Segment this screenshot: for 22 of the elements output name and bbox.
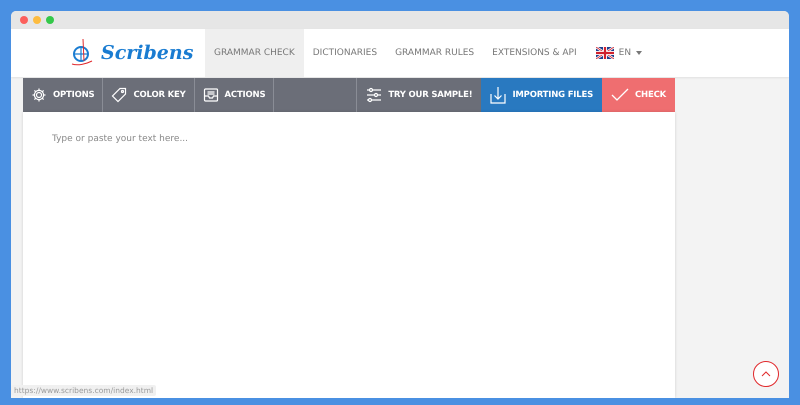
close-window-button[interactable] [20, 16, 28, 24]
caret-icon [636, 51, 642, 55]
gear-icon [31, 87, 47, 103]
nav-tab[interactable]: EXTENSIONS & API [483, 29, 586, 77]
sliders-icon [366, 87, 382, 103]
toolbar-button[interactable]: CHECK [602, 78, 675, 112]
union-flag-icon [596, 47, 614, 59]
tag-icon [111, 87, 128, 103]
scroll-to-top-button[interactable] [753, 361, 779, 387]
download-icon [490, 86, 506, 104]
nav-tab[interactable]: GRAMMAR CHECK [205, 29, 304, 77]
nav-tab[interactable]: GRAMMAR RULES [386, 29, 484, 77]
brand-logo[interactable]: Scribens [101, 42, 194, 64]
chevron-up-icon [761, 371, 771, 377]
globe-pen-icon [71, 38, 93, 68]
inbox-icon [202, 87, 219, 103]
nav-tab[interactable]: DICTIONARIES [304, 29, 386, 77]
language-selector[interactable]: EN [590, 29, 648, 77]
maximize-window-button[interactable] [46, 16, 54, 24]
toolbar-button[interactable]: IMPORTING FILES [481, 78, 602, 112]
minimize-window-button[interactable] [33, 16, 41, 24]
check-icon [611, 88, 630, 102]
